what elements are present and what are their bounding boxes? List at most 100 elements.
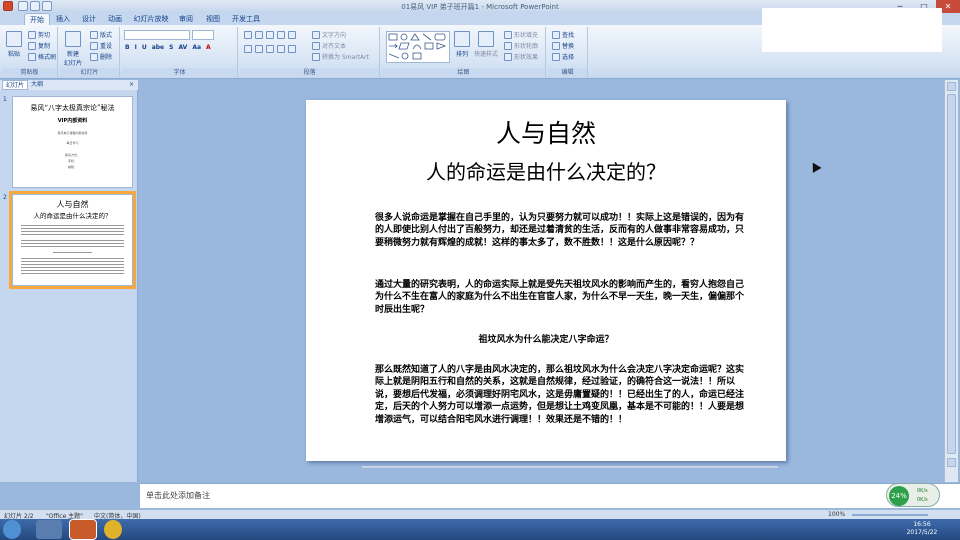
align-right-icon[interactable]: [266, 45, 274, 53]
slide-paragraph-2[interactable]: 通过大量的研究表明，人的命运实际上就是受先天祖坟风水的影响而产生的，看穷人抱怨自…: [375, 279, 751, 317]
align-left-icon[interactable]: [244, 45, 252, 53]
tab-slideshow[interactable]: 幻灯片放映: [132, 13, 170, 25]
slide-thumbnail-2[interactable]: 人与自然 人的命运是由什么决定的？: [9, 191, 136, 289]
tab-home[interactable]: 开始: [24, 13, 50, 25]
find-button[interactable]: 查找: [552, 30, 574, 39]
group-drawing: 排列 快速样式 形状填充 形状轮廓 形状效果 绘图: [382, 27, 546, 77]
align-text-icon: [312, 41, 320, 50]
explorer-task-icon[interactable]: [36, 520, 62, 539]
thumb-title: 易风“八字太极真宗论”秘法: [30, 104, 115, 112]
increase-indent-icon[interactable]: [277, 31, 285, 39]
delete-slide-button[interactable]: 删除: [90, 52, 112, 61]
pane-close-button[interactable]: ×: [126, 80, 137, 90]
tab-developer[interactable]: 开发工具: [230, 13, 262, 25]
network-monitor-widget: 24% 0K/s 0K/s: [886, 483, 940, 507]
tab-design[interactable]: 设计: [78, 13, 100, 25]
zoom-slider[interactable]: [852, 514, 928, 516]
vertical-scrollbar[interactable]: [944, 80, 958, 482]
new-slide-button[interactable]: 新建 幻灯片: [64, 31, 82, 67]
reset-button[interactable]: 重设: [90, 41, 112, 50]
group-label: 段落: [240, 68, 379, 77]
outline-icon: [504, 41, 512, 50]
upload-speed: 0K/s: [917, 488, 928, 494]
align-center-icon[interactable]: [255, 45, 263, 53]
align-text-button[interactable]: 对齐文本: [312, 41, 346, 50]
decrease-indent-icon[interactable]: [266, 31, 274, 39]
paste-button[interactable]: 粘贴: [6, 31, 22, 58]
align-buttons: [244, 45, 296, 53]
tab-outline-pane[interactable]: 大纲: [28, 80, 46, 90]
font-family-select[interactable]: [124, 30, 190, 40]
tab-slides-pane[interactable]: 幻灯片: [2, 80, 29, 90]
slide-paragraph-1[interactable]: 很多人说命运是掌握在自己手里的，认为只要努力就可以成功！！实际上这是错误的，因为…: [375, 212, 751, 262]
tab-view[interactable]: 视图: [202, 13, 224, 25]
italic-button[interactable]: I: [135, 44, 137, 51]
slide-paragraph-4[interactable]: 那么既然知道了人的八字是由风水决定的，那么祖坟风水为什么会决定八字决定命运呢？这…: [375, 364, 751, 440]
scroll-down-icon[interactable]: [947, 458, 956, 467]
thumb-line: 手机：: [67, 159, 77, 163]
font-color-button[interactable]: A: [206, 44, 211, 51]
start-button-icon[interactable]: [3, 520, 21, 539]
bullets-icon[interactable]: [244, 31, 252, 39]
smartart-button[interactable]: 转换为 SmartArt: [312, 52, 369, 61]
tab-insert[interactable]: 插入: [52, 13, 74, 25]
shapes-gallery[interactable]: [386, 31, 450, 63]
text-direction-button[interactable]: 文字方向: [312, 30, 346, 39]
fill-icon: [504, 30, 512, 39]
thumb-line: 邮箱：: [67, 165, 77, 169]
office-button-icon[interactable]: [3, 1, 13, 11]
zoom-level[interactable]: 100%: [828, 511, 845, 518]
notes-pane[interactable]: 单击此处添加备注: [140, 483, 960, 508]
change-case-button[interactable]: Aa: [192, 44, 201, 51]
powerpoint-task-icon[interactable]: [69, 519, 97, 540]
horizontal-scrollbar[interactable]: [362, 466, 778, 468]
select-button[interactable]: 选择: [552, 52, 574, 61]
slide-title[interactable]: 人与自然: [306, 114, 786, 150]
line-spacing-icon[interactable]: [288, 31, 296, 39]
justify-icon[interactable]: [277, 45, 285, 53]
font-size-select[interactable]: [192, 30, 214, 40]
scroll-thumb[interactable]: [947, 94, 956, 454]
shape-effects-button[interactable]: 形状效果: [504, 52, 538, 61]
shape-outline-button[interactable]: 形状轮廓: [504, 41, 538, 50]
scroll-up-icon[interactable]: [947, 82, 956, 91]
slide-thumbnail-1[interactable]: 易风“八字太极真宗论”秘法 VIP内部资料 易风弟子课程内部资料 每日学习 联系…: [12, 96, 133, 188]
redo-icon[interactable]: [42, 1, 52, 11]
copy-icon: [28, 41, 36, 50]
shape-fill-button[interactable]: 形状填充: [504, 30, 538, 39]
replace-button[interactable]: 替换: [552, 41, 574, 50]
tab-review[interactable]: 审阅: [175, 13, 197, 25]
current-slide[interactable]: 人与自然 人的命运是由什么决定的？ 很多人说命运是掌握在自己手里的，认为只要努力…: [306, 100, 786, 461]
quick-styles-button[interactable]: 快速样式: [474, 31, 498, 58]
strikethrough-button[interactable]: abe: [152, 44, 164, 51]
save-icon[interactable]: [18, 1, 28, 11]
undo-icon[interactable]: [30, 1, 40, 11]
group-clipboard: 粘贴 剪切 复制 格式刷 剪贴板: [2, 27, 58, 77]
bold-button[interactable]: B: [125, 44, 130, 51]
slide-subtitle[interactable]: 人的命运是由什么决定的？: [306, 156, 786, 185]
group-editing: 查找 替换 选择 编辑: [548, 27, 588, 77]
slide-number: 1: [3, 96, 7, 103]
cut-button[interactable]: 剪切: [28, 30, 50, 39]
group-label: 字体: [122, 68, 237, 77]
copy-button[interactable]: 复制: [28, 41, 50, 50]
brush-icon: [28, 52, 36, 61]
taskbar: 16:56 2017/5/22: [0, 519, 960, 540]
group-paragraph: 文字方向 对齐文本 转换为 SmartArt 段落: [240, 27, 380, 77]
group-label: 编辑: [548, 68, 587, 77]
thumb-line: 联系方式：: [64, 153, 80, 157]
columns-icon[interactable]: [288, 45, 296, 53]
tab-animations[interactable]: 动画: [104, 13, 126, 25]
slide-paragraph-3[interactable]: 祖坟风水为什么能决定八字命运？: [306, 334, 786, 348]
underline-button[interactable]: U: [142, 44, 147, 51]
download-speed: 0K/s: [917, 497, 928, 503]
shadow-button[interactable]: S: [169, 44, 173, 51]
numbering-icon[interactable]: [255, 31, 263, 39]
format-painter-button[interactable]: 格式刷: [28, 52, 56, 61]
scissors-icon: [28, 30, 36, 39]
arrange-button[interactable]: 排列: [454, 31, 470, 58]
app-task-icon[interactable]: [104, 520, 122, 539]
layout-button[interactable]: 版式: [90, 30, 112, 39]
char-spacing-button[interactable]: AV: [178, 44, 187, 51]
delete-icon: [90, 52, 98, 61]
